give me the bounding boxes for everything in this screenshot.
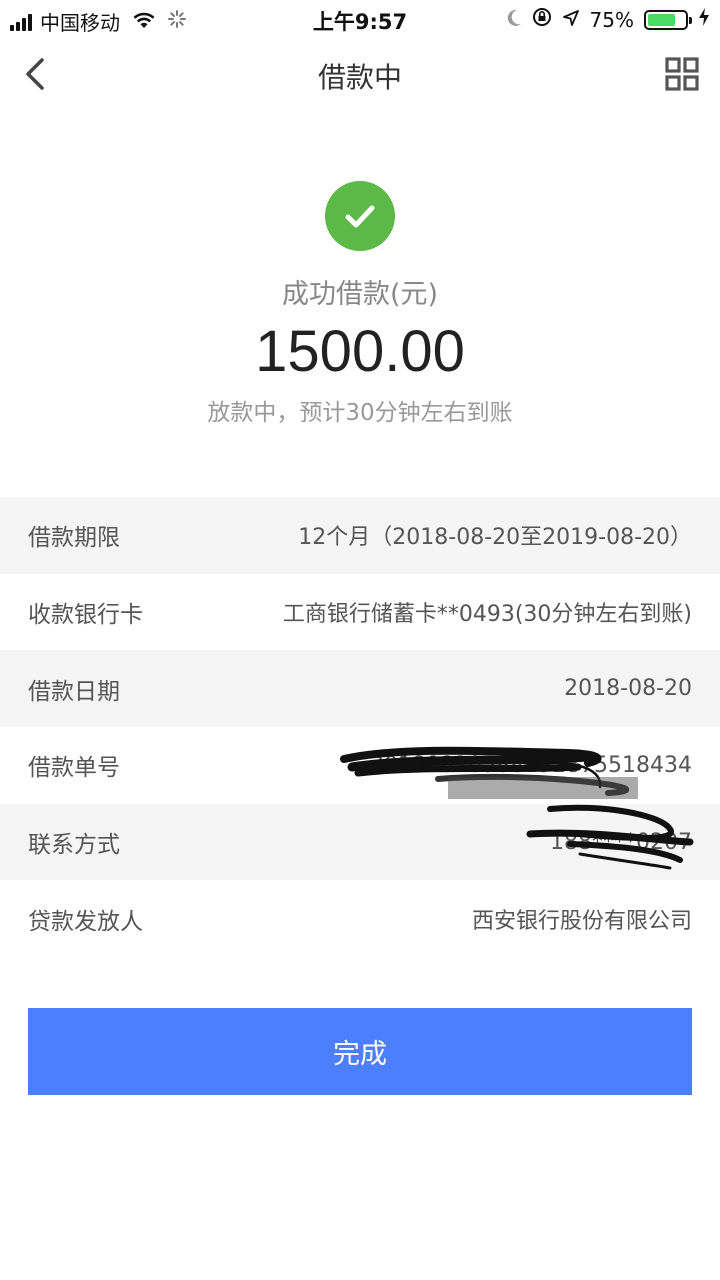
page-title: 借款中 — [317, 61, 402, 94]
row-label: 借款日期 — [28, 678, 120, 705]
charging-icon — [698, 7, 710, 32]
loan-amount: 1500.00 — [255, 319, 465, 384]
check-icon — [345, 205, 375, 228]
detail-row-contact: 联系方式 188****0207 — [0, 803, 720, 881]
row-label: 收款银行卡 — [28, 602, 143, 629]
row-label: 联系方式 — [28, 832, 120, 859]
row-label: 贷款发放人 — [28, 908, 143, 935]
row-value: 工商银行储蓄卡**0493(30分钟左右到账) — [282, 602, 692, 628]
detail-row-lender: 贷款发放人 西安银行股份有限公司 — [0, 880, 720, 957]
nav-bar: 借款中 — [0, 38, 720, 110]
loan-details: 借款期限 12个月（2018-08-20至2019-08-20） 收款银行卡 工… — [0, 497, 720, 957]
menu-button[interactable] — [664, 56, 700, 92]
row-value: 188****0207 — [550, 829, 692, 855]
row-label: 借款期限 — [28, 525, 120, 552]
detail-row-order-number: 借款单号 2018082058819287551843​4 — [0, 727, 720, 804]
status-bar: 中国移动 上午9:57 75% — [0, 0, 720, 38]
row-label: 借款单号 — [28, 755, 120, 782]
app-screen: 中国移动 上午9:57 75% 借款中 成功借款(元) 1500.00 放款中，… — [0, 0, 720, 1280]
success-badge — [325, 181, 395, 251]
detail-row-bank-card: 收款银行卡 工商银行储蓄卡**0493(30分钟左右到账) — [0, 574, 720, 651]
detail-row-date: 借款日期 2018-08-20 — [0, 650, 720, 728]
disbursement-note: 放款中，预计30分钟左右到账 — [207, 400, 513, 426]
success-label: 成功借款(元) — [281, 279, 439, 310]
row-value: 2018-08-20 — [564, 676, 692, 702]
battery-icon — [644, 9, 692, 30]
row-value: 2018082058819287551843​4 — [370, 752, 692, 778]
battery-level — [648, 13, 675, 26]
battery-percent: 75% — [589, 7, 634, 32]
location-icon — [562, 8, 580, 32]
grid-icon — [665, 57, 699, 91]
done-button[interactable]: 完成 — [28, 1008, 692, 1095]
moon-icon — [506, 8, 522, 32]
orientation-lock-icon — [532, 7, 552, 32]
row-value: 西安银行股份有限公司 — [471, 908, 692, 934]
row-value: 12个月（2018-08-20至2019-08-20） — [298, 525, 692, 551]
detail-row-term: 借款期限 12个月（2018-08-20至2019-08-20） — [0, 497, 720, 574]
status-right: 75% — [496, 7, 710, 32]
